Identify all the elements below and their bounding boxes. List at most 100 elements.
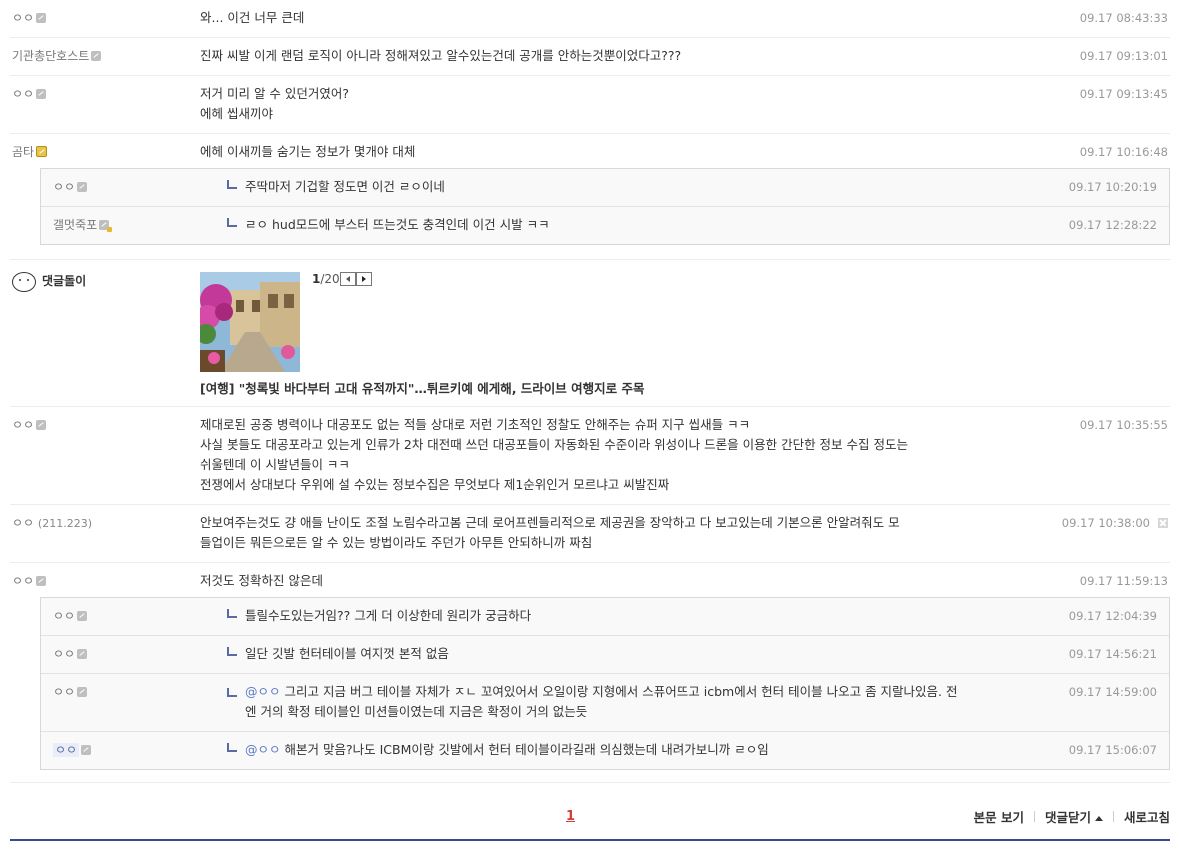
reply-arrow-icon	[227, 218, 237, 227]
reply-date: 09.17 15:06:07	[1068, 743, 1157, 757]
reply-nick[interactable]: ㅇㅇ	[41, 177, 225, 197]
street-photo-image	[200, 272, 300, 372]
reply-box: ㅇㅇ 틀릴수도있는거임?? 그게 더 이상한데 원리가 궁금하다 09.17 1…	[40, 597, 1170, 770]
mention-link[interactable]: @ㅇㅇ	[245, 742, 281, 757]
gallog-icon[interactable]	[77, 182, 88, 192]
comment-nick[interactable]: ㅇㅇ (211.223)	[10, 513, 200, 553]
arrow-right-icon	[361, 276, 366, 282]
prev-page-button[interactable]	[339, 272, 356, 286]
arrow-left-icon	[345, 276, 350, 282]
separator	[1033, 811, 1035, 822]
comment-nick[interactable]: 곰타	[10, 142, 200, 162]
reply-date: 09.17 10:20:19	[1068, 180, 1157, 194]
ip-address: (211.223)	[37, 517, 92, 530]
reply-row: ㅇㅇ @ㅇㅇ 그리고 지금 버그 테이블 자체가 ㅈㄴ 꼬여있어서 오일이랑 지…	[41, 674, 1169, 732]
reply-row: ㅇㅇ @ㅇㅇ 해본거 맞음?나도 ICBM이랑 깃발에서 헌터 테이블이라길래 …	[41, 732, 1169, 769]
gallog-icon[interactable]	[77, 611, 88, 621]
reply-date: 09.17 14:59:00	[1068, 685, 1157, 699]
reply-nick[interactable]: ㅇㅇ	[41, 740, 225, 760]
reply-nick[interactable]: ㅇㅇ	[41, 682, 225, 722]
reply-arrow-icon	[227, 180, 237, 189]
comment-nick[interactable]: 기관총단호스트	[10, 46, 200, 66]
comment-nick[interactable]: ㅇㅇ	[10, 415, 200, 495]
comment-row: ㅇㅇ 저것도 정확하진 않은데 09.17 11:59:13	[10, 563, 1170, 597]
comment-text: 저것도 정확하진 않은데	[200, 573, 323, 588]
gallog-icon[interactable]	[36, 420, 47, 430]
divider	[10, 245, 1170, 260]
delete-icon[interactable]	[1158, 518, 1168, 528]
comment-row: ㅇㅇ 제대로된 공중 병력이나 대공포도 없는 적들 상대로 저런 기초적인 정…	[10, 407, 1170, 505]
reply-arrow-icon	[227, 688, 237, 697]
gallog-lock-icon[interactable]	[99, 220, 113, 232]
comment-text: 저거 미리 알 수 있던거였어? 에헤 씹새끼야	[200, 86, 350, 121]
reply-row: ㅇㅇ 틀릴수도있는거임?? 그게 더 이상한데 원리가 궁금하다 09.17 1…	[41, 598, 1169, 636]
mention-link[interactable]: @ㅇㅇ	[245, 684, 281, 699]
gallog-icon[interactable]	[91, 51, 102, 61]
comment-actions: 본문 보기 댓글닫기 새로고침	[974, 807, 1170, 826]
comment-text: 제대로된 공중 병력이나 대공포도 없는 적들 상대로 저런 기초적인 정찰도 …	[200, 417, 909, 492]
reply-date: 09.17 14:56:21	[1068, 647, 1157, 661]
reply-nick[interactable]: ㅇㅇ	[41, 644, 225, 664]
comment-date: 09.17 09:13:45	[1079, 87, 1168, 101]
comment-text: 진짜 씨발 이게 랜덤 로직이 아니라 정해져있고 알수있는건데 공개를 안하는…	[200, 48, 682, 63]
reply-row: ㅇㅇ 주딱마저 기겁할 정도면 이건 ㄹㅇ이네 09.17 10:20:19	[41, 169, 1169, 207]
reply-text: 주딱마저 기겁할 정도면 이건 ㄹㅇ이네	[225, 177, 1047, 197]
reply-text: 일단 깃발 헌터테이블 여지껏 본적 없음	[225, 644, 1047, 664]
comment-list: ㅇㅇ 와... 이건 너무 큰데 09.17 08:43:33 기관총단호스트 …	[10, 0, 1170, 843]
gallog-icon[interactable]	[36, 576, 47, 586]
caret-up-icon	[1094, 816, 1103, 821]
comment-nick[interactable]: ㅇㅇ	[10, 8, 200, 28]
bot-content: 1/20 [여행] "청록빛 바다부터 고대 유적까지"…튀르키예 에게해, 드…	[200, 272, 1170, 397]
reply-box: ㅇㅇ 주딱마저 기겁할 정도면 이건 ㄹㅇ이네 09.17 10:20:19 갤…	[40, 168, 1170, 245]
reply-nick[interactable]: 갤멋죽포	[41, 215, 225, 235]
bot-pager: 1/20	[312, 272, 372, 286]
view-post-button[interactable]: 본문 보기	[974, 807, 1024, 826]
reply-row: 갤멋죽포 ㄹㅇ hud모드에 부스터 뜨는것도 충격인데 이건 시발 ㅋㅋ 09…	[41, 207, 1169, 244]
comment-text: 안보여주는것도 걍 애들 난이도 조절 노림수라고봄 근데 로어프렌들리적으로 …	[200, 515, 900, 550]
reply-text: @ㅇㅇ 그리고 지금 버그 테이블 자체가 ㅈㄴ 꼬여있어서 오일이랑 지형에서…	[225, 682, 1047, 722]
gallog-icon[interactable]	[81, 745, 92, 755]
refresh-button[interactable]: 새로고침	[1124, 807, 1170, 826]
gallog-icon[interactable]	[77, 649, 88, 659]
reply-row: ㅇㅇ 일단 깃발 헌터테이블 여지껏 본적 없음 09.17 14:56:21	[41, 636, 1169, 674]
close-comments-button[interactable]: 댓글닫기	[1045, 807, 1103, 826]
comment-date: 09.17 10:16:48	[1079, 145, 1168, 159]
reply-text: 틀릴수도있는거임?? 그게 더 이상한데 원리가 궁금하다	[225, 606, 1047, 626]
comment-date: 09.17 10:35:55	[1079, 418, 1168, 432]
next-page-button[interactable]	[355, 272, 372, 286]
reply-date: 09.17 12:28:22	[1068, 218, 1157, 232]
reply-arrow-icon	[227, 609, 237, 618]
comment-date: 09.17 08:43:33	[1079, 11, 1168, 25]
news-headline-link[interactable]: [여행] "청록빛 바다부터 고대 유적까지"…튀르키예 에게해, 드라이브 여…	[200, 378, 1170, 397]
bot-nick[interactable]: 댓글돌이	[10, 272, 200, 397]
comment-row: ㅇㅇ 와... 이건 너무 큰데 09.17 08:43:33	[10, 0, 1170, 38]
page-number-link[interactable]: 1	[566, 809, 575, 824]
gallog-icon[interactable]	[77, 687, 88, 697]
comment-row: ㅇㅇ (211.223) 안보여주는것도 걍 애들 난이도 조절 노림수라고봄 …	[10, 505, 1170, 563]
reply-date: 09.17 12:04:39	[1068, 609, 1157, 623]
comment-row: 곰타 에헤 이새끼들 숨기는 정보가 몇개야 대체 09.17 10:16:48	[10, 134, 1170, 168]
news-thumbnail[interactable]	[200, 272, 300, 372]
gold-gallog-icon[interactable]	[36, 146, 48, 157]
comment-text: 에헤 이새끼들 숨기는 정보가 몇개야 대체	[200, 144, 416, 159]
reply-nick[interactable]: ㅇㅇ	[41, 606, 225, 626]
comment-bot-row: 댓글돌이 1 /20 [여행] "청록빛 바다부터 고대 유적까지"…튀르키예 …	[10, 260, 1170, 407]
reply-arrow-icon	[227, 743, 237, 752]
comment-nick[interactable]: ㅇㅇ	[10, 84, 200, 124]
comment-date: 09.17 09:13:01	[1079, 49, 1168, 63]
divider	[10, 770, 1170, 783]
comment-nick[interactable]: ㅇㅇ	[10, 571, 200, 591]
comment-footer: 1 본문 보기 댓글닫기 새로고침	[10, 783, 1170, 843]
comment-date: 09.17 11:59:13	[1079, 574, 1168, 588]
bottom-border	[10, 839, 1170, 841]
comment-row: ㅇㅇ 저거 미리 알 수 있던거였어? 에헤 씹새끼야 09.17 09:13:4…	[10, 76, 1170, 134]
gallog-icon[interactable]	[36, 13, 47, 23]
bot-face-icon	[12, 272, 36, 292]
comment-row: 기관총단호스트 진짜 씨발 이게 랜덤 로직이 아니라 정해져있고 알수있는건데…	[10, 38, 1170, 76]
reply-text: @ㅇㅇ 해본거 맞음?나도 ICBM이랑 깃발에서 헌터 테이블이라길래 의심했…	[225, 740, 1047, 760]
reply-text: ㄹㅇ hud모드에 부스터 뜨는것도 충격인데 이건 시발 ㅋㅋ	[225, 215, 1047, 235]
comment-text: 와... 이건 너무 큰데	[200, 10, 305, 25]
reply-arrow-icon	[227, 647, 237, 656]
separator	[1112, 811, 1114, 822]
gallog-icon[interactable]	[36, 89, 47, 99]
